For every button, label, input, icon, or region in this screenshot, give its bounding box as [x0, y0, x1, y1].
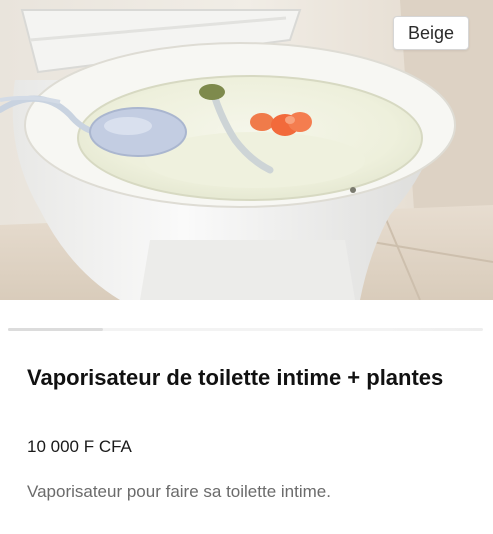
product-description: Vaporisateur pour faire sa toilette inti… [27, 482, 331, 501]
carousel-indicator [8, 328, 103, 331]
product-card[interactable]: Beige Vaporisateur de toilette intime + … [0, 0, 493, 534]
product-title[interactable]: Vaporisateur de toilette intime + plante… [27, 364, 467, 392]
product-price: 10 000 F CFA [27, 437, 132, 456]
product-image[interactable]: Beige [0, 0, 493, 300]
variant-badge: Beige [392, 16, 469, 50]
